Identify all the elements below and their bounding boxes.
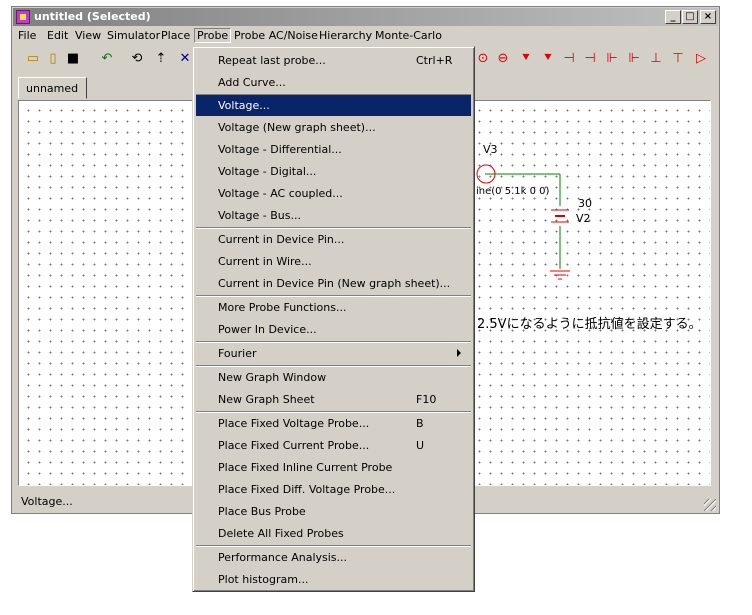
menu-item-voltage-digital[interactable]: Voltage - Digital... <box>196 161 471 182</box>
undo-icon[interactable]: ↶ <box>99 51 115 67</box>
menu-item-voltage-ac-coupled[interactable]: Voltage - AC coupled... <box>196 183 471 204</box>
select-icon[interactable]: ✕ <box>177 51 193 67</box>
menu-item-label: Current in Device Pin... <box>218 233 345 246</box>
menu-item-label: New Graph Window <box>218 371 327 384</box>
menu-item-label: More Probe Functions... <box>218 301 347 314</box>
menu-monte-carlo[interactable]: Monte-Carlo <box>375 29 442 42</box>
zoom-icon[interactable]: ⇡ <box>153 51 169 67</box>
v3-value: ine(0 5.1k 0 0) <box>476 186 550 197</box>
menu-item-performance-analysis[interactable]: Performance Analysis... <box>196 547 471 568</box>
submenu-arrow-icon <box>457 349 461 357</box>
menu-item-label: Voltage - Differential... <box>218 143 342 156</box>
menu-item-shortcut: Ctrl+R <box>416 54 453 67</box>
zener-diode-icon[interactable]: ⯆ <box>540 51 556 67</box>
zoom-fit-icon[interactable]: ⟲ <box>129 51 145 67</box>
menu-simulator[interactable]: Simulator <box>107 29 160 42</box>
maximize-button[interactable]: □ <box>682 10 698 24</box>
menu-item-more-probe-functions[interactable]: More Probe Functions... <box>196 297 471 318</box>
mosfet-icon[interactable]: ⊥ <box>648 51 664 67</box>
save-icon[interactable]: ■ <box>65 51 81 67</box>
menu-edit[interactable]: Edit <box>47 29 68 42</box>
diode-icon[interactable]: ⯆ <box>518 51 534 67</box>
menu-item-place-fixed-current-probe[interactable]: Place Fixed Current Probe... U <box>196 435 471 456</box>
menu-item-label: Place Fixed Current Probe... <box>218 439 370 452</box>
v2-battery-symbol[interactable] <box>551 209 569 223</box>
menu-item-power-in-device[interactable]: Power In Device... <box>196 319 471 340</box>
ground-symbol[interactable] <box>550 270 570 280</box>
menu-item-label: Voltage... <box>218 99 270 112</box>
opamp-icon[interactable]: ▷ <box>693 51 709 67</box>
menu-item-current-in-device-pin-new-sheet[interactable]: Current in Device Pin (New graph sheet).… <box>196 273 471 294</box>
menu-file[interactable]: File <box>18 29 36 42</box>
menu-hierarchy[interactable]: Hierarchy <box>319 29 372 42</box>
jfet-icon[interactable]: ⊩ <box>604 51 620 67</box>
menu-item-place-bus-probe[interactable]: Place Bus Probe <box>196 501 471 522</box>
menu-item-place-fixed-voltage-probe[interactable]: Place Fixed Voltage Probe... B <box>196 413 471 434</box>
menu-item-label: Place Fixed Voltage Probe... <box>218 417 370 430</box>
status-text: Voltage... <box>21 495 73 508</box>
menu-item-add-curve[interactable]: Add Curve... <box>196 72 471 93</box>
v2-value: 30 <box>578 197 592 210</box>
schematic-note: 2.5Vになるように抵抗値を設定する。 <box>477 317 702 332</box>
menu-item-label: Voltage (New graph sheet)... <box>218 121 376 134</box>
capacitor-vertical-icon[interactable]: ⊣ <box>561 51 577 67</box>
menu-item-voltage[interactable]: Voltage... <box>196 95 471 116</box>
menu-item-current-in-device-pin[interactable]: Current in Device Pin... <box>196 229 471 250</box>
menu-item-current-in-wire[interactable]: Current in Wire... <box>196 251 471 272</box>
menu-place[interactable]: Place <box>161 29 190 42</box>
menu-item-label: Performance Analysis... <box>218 551 348 564</box>
minimize-button[interactable]: _ <box>665 10 681 24</box>
menu-item-label: Fourier <box>218 347 257 360</box>
close-button[interactable]: × <box>700 10 716 24</box>
probe-menu: Repeat last probe... Ctrl+R Add Curve... … <box>192 46 475 592</box>
open-folder-icon[interactable]: ▭ <box>25 51 41 67</box>
menu-bar: File Edit View Simulator Place Probe Pro… <box>13 27 718 45</box>
menu-item-shortcut: F10 <box>416 393 437 406</box>
menu-item-voltage-bus[interactable]: Voltage - Bus... <box>196 205 471 226</box>
menu-item-label: Place Fixed Diff. Voltage Probe... <box>218 483 396 496</box>
menu-item-new-graph-sheet[interactable]: New Graph Sheet F10 <box>196 389 471 410</box>
menu-item-shortcut: B <box>416 417 424 430</box>
mosfet-p-icon[interactable]: ⊤ <box>670 51 686 67</box>
title-bar[interactable]: untitled (Selected) _ □ × <box>13 8 718 26</box>
menu-item-fourier[interactable]: Fourier <box>196 343 471 364</box>
menu-item-label: Power In Device... <box>218 323 317 336</box>
menu-item-label: Current in Device Pin (New graph sheet).… <box>218 277 451 290</box>
menu-probe[interactable]: Probe <box>194 28 232 43</box>
new-file-icon[interactable]: ▯ <box>45 51 61 67</box>
menu-item-voltage-new-sheet[interactable]: Voltage (New graph sheet)... <box>196 117 471 138</box>
resize-grip-icon[interactable] <box>704 499 716 511</box>
window-title: untitled (Selected) <box>34 10 151 23</box>
menu-item-repeat-last-probe[interactable]: Repeat last probe... Ctrl+R <box>196 50 471 71</box>
menu-item-label: Voltage - Digital... <box>218 165 317 178</box>
menu-item-label: Current in Wire... <box>218 255 312 268</box>
menu-item-label: Plot histogram... <box>218 573 309 586</box>
voltage-source-icon[interactable]: ⊖ <box>495 51 511 67</box>
tab-unnamed[interactable]: unnamed <box>18 77 87 99</box>
menu-item-label: Voltage - AC coupled... <box>218 187 343 200</box>
v3-label: V3 <box>483 143 498 156</box>
menu-item-label: Place Fixed Inline Current Probe <box>218 461 393 474</box>
menu-item-delete-all-fixed-probes[interactable]: Delete All Fixed Probes <box>196 523 471 544</box>
menu-item-label: Delete All Fixed Probes <box>218 527 344 540</box>
menu-item-label: Voltage - Bus... <box>218 209 301 222</box>
menu-probe-ac-noise[interactable]: Probe AC/Noise <box>234 29 318 42</box>
menu-item-place-fixed-inline-current-probe[interactable]: Place Fixed Inline Current Probe <box>196 457 471 478</box>
jfet-p-icon[interactable]: ⊩ <box>626 51 642 67</box>
menu-item-voltage-differential[interactable]: Voltage - Differential... <box>196 139 471 160</box>
menu-item-shortcut: U <box>416 439 425 452</box>
menu-item-label: Place Bus Probe <box>218 505 306 518</box>
capacitor-split-icon[interactable]: ⊣ <box>582 51 598 67</box>
menu-item-label: New Graph Sheet <box>218 393 315 406</box>
app-icon <box>16 10 30 24</box>
menu-item-plot-histogram[interactable]: Plot histogram... <box>196 569 471 590</box>
current-source-icon[interactable]: ⊙ <box>475 51 491 67</box>
menu-item-label: Repeat last probe... <box>218 54 326 67</box>
menu-item-label: Add Curve... <box>218 76 286 89</box>
menu-view[interactable]: View <box>75 29 101 42</box>
v2-label: V2 <box>576 212 591 225</box>
menu-item-new-graph-window[interactable]: New Graph Window <box>196 367 471 388</box>
menu-item-place-fixed-diff-voltage-probe[interactable]: Place Fixed Diff. Voltage Probe... <box>196 479 471 500</box>
